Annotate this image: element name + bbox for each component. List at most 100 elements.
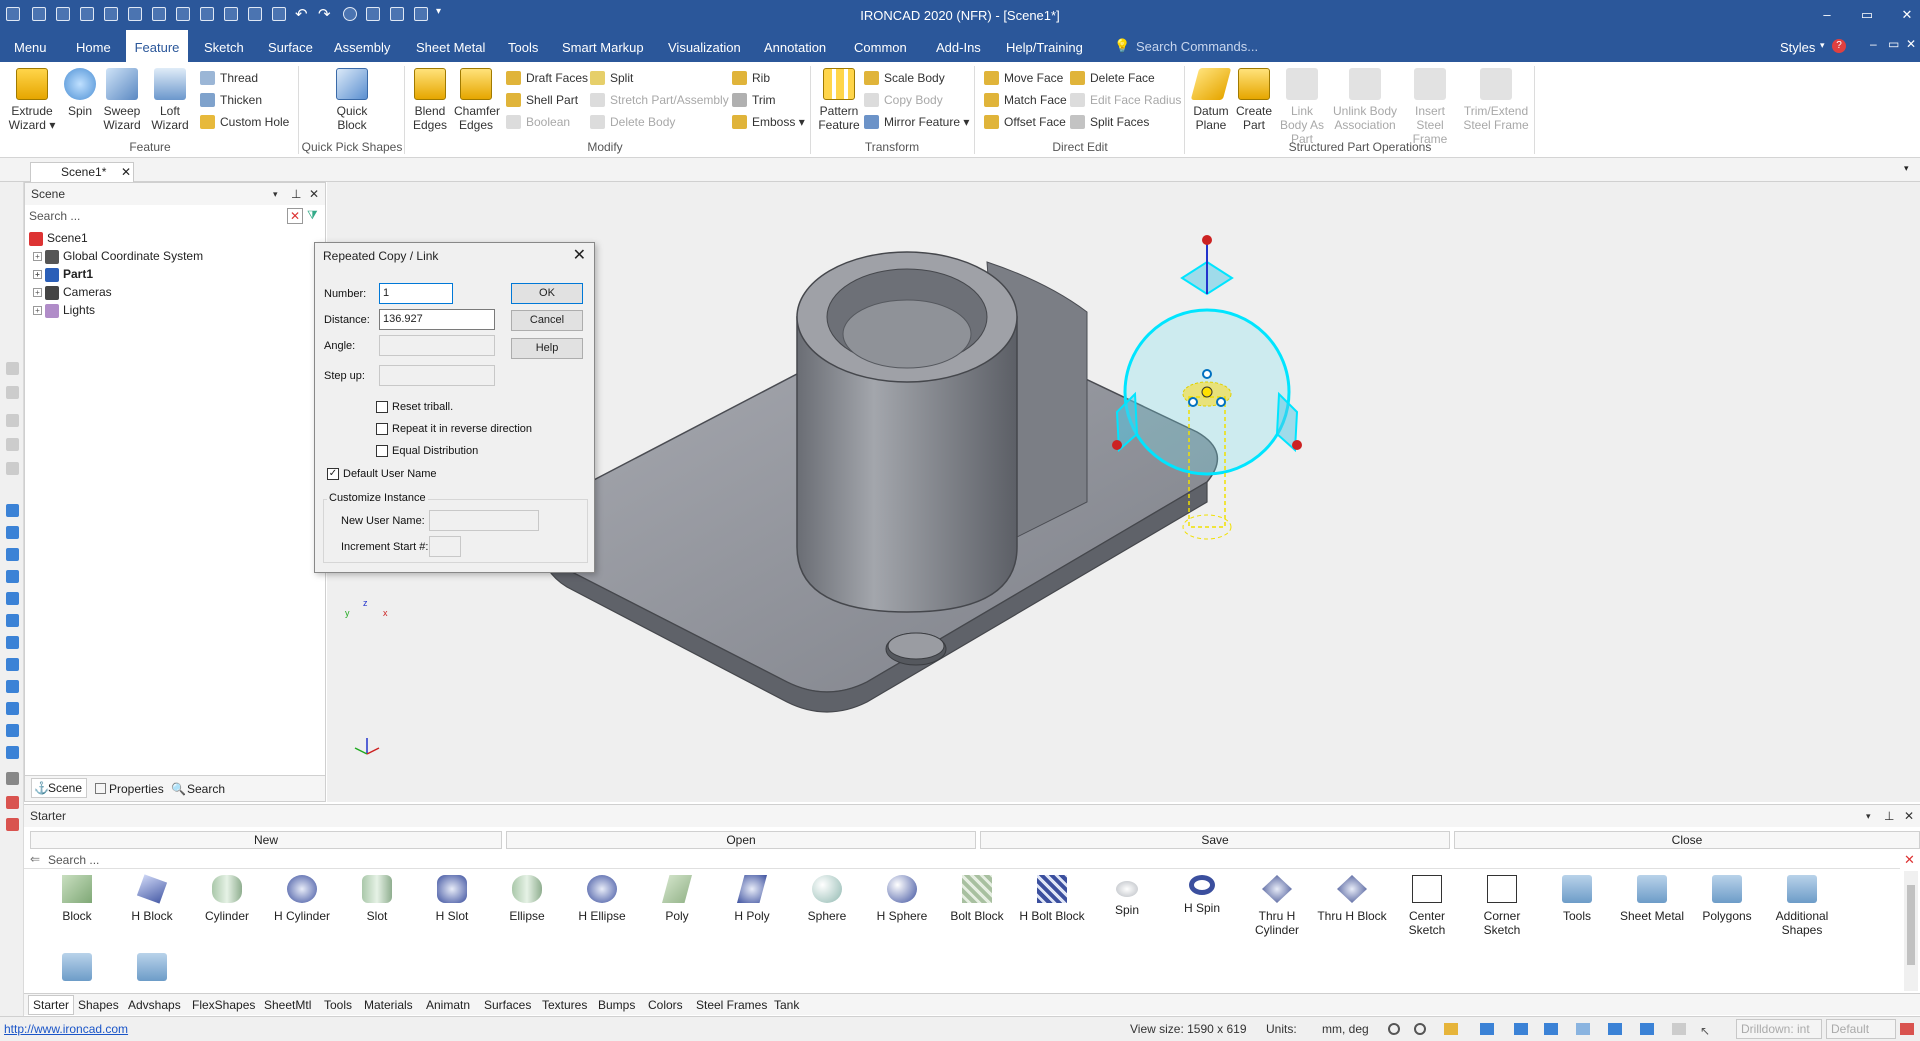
catalog-item-h-block[interactable]: H Block (115, 874, 189, 923)
tool-icon[interactable] (6, 438, 19, 451)
tool-icon[interactable] (6, 724, 19, 737)
tree-item-lights[interactable]: + Lights (33, 301, 95, 319)
tab-catalog-animatn[interactable]: Animatn (426, 997, 470, 1013)
tab-catalog-sheetmtl[interactable]: SheetMtl (264, 997, 311, 1013)
tool-icon[interactable] (6, 680, 19, 693)
equal-distribution-checkbox[interactable] (376, 445, 388, 457)
catalog-item-thru-h-cylinder[interactable]: Thru H Cylinder (1240, 875, 1314, 937)
scrollbar-thumb[interactable] (1907, 885, 1915, 965)
boolean-button[interactable]: Boolean (506, 112, 570, 132)
sweep-wizard-button[interactable]: Sweep Wizard (100, 68, 144, 140)
starter-pin-icon[interactable]: ⊥ (1884, 805, 1894, 827)
catalog-item-h-spin[interactable]: H Spin (1165, 875, 1239, 915)
tool-icon[interactable] (6, 504, 19, 517)
datum-plane-button[interactable]: Datum Plane (1188, 68, 1234, 140)
ok-button[interactable]: OK (511, 283, 583, 304)
catalog-item-additional-shapes[interactable]: Additional Shapes (1765, 875, 1839, 937)
extrude-wizard-button[interactable]: Extrude Wizard ▾ (8, 68, 56, 140)
tool-icon[interactable] (6, 658, 19, 671)
clear-search-icon[interactable]: ✕ (287, 208, 303, 224)
tool-icon[interactable] (6, 702, 19, 715)
selection-filter-icon[interactable] (1640, 1023, 1654, 1035)
catalog-item-block[interactable]: Block (40, 875, 114, 923)
default-user-name-checkbox[interactable]: ✓ (327, 468, 339, 480)
pin-icon[interactable]: ⊥ (291, 183, 301, 205)
catalog-item-ellipse[interactable]: Ellipse (490, 875, 564, 923)
catalog-scrollbar[interactable] (1904, 871, 1918, 991)
close-tab-icon[interactable]: ✕ (121, 163, 131, 181)
catalog-item-poly[interactable]: Poly (640, 875, 714, 923)
tool-icon[interactable] (6, 386, 19, 399)
rib-button[interactable]: Rib (732, 68, 770, 88)
split-button[interactable]: Split (590, 68, 633, 88)
drilldown-dropdown[interactable]: Drilldown: int (1736, 1019, 1822, 1039)
delete-face-button[interactable]: Delete Face (1070, 68, 1155, 88)
new-catalog-button[interactable]: New (30, 831, 502, 849)
catalog-item-corner-sketch[interactable]: Corner Sketch (1465, 875, 1539, 937)
tool-icon[interactable] (6, 796, 19, 809)
close-panel-icon[interactable]: ✕ (309, 183, 319, 205)
panel-menu-chevron-icon[interactable]: ▾ (273, 183, 278, 205)
catalog-item-h-ellipse[interactable]: H Ellipse (565, 875, 639, 923)
tab-properties[interactable]: Properties (93, 780, 164, 798)
catalog-item-polygons[interactable]: Polygons (1690, 875, 1764, 923)
display-icon[interactable] (1608, 1023, 1622, 1035)
tab-catalog-colors[interactable]: Colors (648, 997, 683, 1013)
tool-icon[interactable] (6, 362, 19, 375)
tool-icon[interactable] (6, 772, 19, 785)
tool-icon[interactable] (6, 746, 19, 759)
trim-steel-frame-button[interactable]: Trim/Extend Steel Frame (1460, 68, 1532, 140)
match-face-button[interactable]: Match Face (984, 90, 1067, 110)
help-icon[interactable]: ? (1832, 39, 1846, 53)
dialog-close-icon[interactable]: ✕ (573, 245, 586, 265)
ribbon-restore-icon[interactable]: ▭ (1888, 37, 1899, 51)
catalog-item-slot[interactable]: Slot (340, 875, 414, 923)
tab-catalog-advshaps[interactable]: Advshaps (128, 997, 181, 1013)
tab-home[interactable]: Home (70, 30, 117, 62)
catalog-item-h-cylinder[interactable]: H Cylinder (265, 875, 339, 923)
minimize-button[interactable]: – (1816, 4, 1838, 26)
create-part-button[interactable]: Create Part (1232, 68, 1276, 140)
website-link[interactable]: http://www.ironcad.com (4, 1017, 128, 1041)
catalog-item-h-slot[interactable]: H Slot (415, 875, 489, 923)
tab-catalog-shapes[interactable]: Shapes (78, 997, 119, 1013)
catalog-item-cylinder[interactable]: Cylinder (190, 875, 264, 923)
new-user-name-field[interactable] (429, 510, 539, 531)
catalog-item-center-sketch[interactable]: Center Sketch (1390, 875, 1464, 937)
open-catalog-button[interactable]: Open (506, 831, 976, 849)
reset-triball-checkbox[interactable] (376, 401, 388, 413)
tab-feature[interactable]: Feature (126, 30, 188, 62)
tab-scene1[interactable]: Scene1* ✕ (30, 162, 134, 182)
distance-field[interactable]: 136.927 (379, 309, 495, 330)
catalog-item-h-poly[interactable]: H Poly (715, 875, 789, 923)
tab-catalog-steel-frames[interactable]: Steel Frames (696, 997, 767, 1013)
tab-surface[interactable]: Surface (262, 30, 319, 62)
cylinder-boss[interactable] (796, 251, 1018, 613)
tab-add-ins[interactable]: Add-Ins (930, 30, 987, 62)
default-dropdown[interactable]: Default (1826, 1019, 1896, 1039)
number-field[interactable]: 1 (379, 283, 453, 304)
link-body-button[interactable]: Link Body As Part (1276, 68, 1328, 146)
catalog-item-folder[interactable] (115, 953, 189, 989)
tab-catalog-tools[interactable]: Tools (324, 997, 352, 1013)
tab-list-chevron-icon[interactable]: ▾ (1904, 163, 1909, 174)
tab-tools[interactable]: Tools (502, 30, 544, 62)
tab-assembly[interactable]: Assembly (328, 30, 396, 62)
styles-dropdown[interactable]: Styles (1780, 40, 1815, 55)
tool-icon[interactable] (6, 592, 19, 605)
custom-hole-button[interactable]: Custom Hole (200, 112, 289, 132)
tab-search[interactable]: 🔍 Search (171, 780, 225, 798)
ribbon-minimize-icon[interactable]: – (1870, 37, 1877, 51)
tab-scene[interactable]: ⚓ Scene (31, 778, 88, 798)
catalog-item-spin[interactable]: Spin (1090, 875, 1164, 917)
catalog-item-thru-h-block[interactable]: Thru H Block (1315, 875, 1389, 923)
tool-icon[interactable] (6, 526, 19, 539)
repeat-reverse-checkbox[interactable] (376, 423, 388, 435)
tab-catalog-tank[interactable]: Tank (774, 997, 799, 1013)
catalog-item-sheet-metal[interactable]: Sheet Metal (1615, 875, 1689, 923)
clear-catalog-search-icon[interactable]: ✕ (1904, 852, 1915, 868)
save-catalog-button[interactable]: Save (980, 831, 1450, 849)
split-faces-button[interactable]: Split Faces (1070, 112, 1149, 132)
tab-help-training[interactable]: Help/Training (1000, 30, 1089, 62)
tab-catalog-surfaces[interactable]: Surfaces (484, 997, 531, 1013)
